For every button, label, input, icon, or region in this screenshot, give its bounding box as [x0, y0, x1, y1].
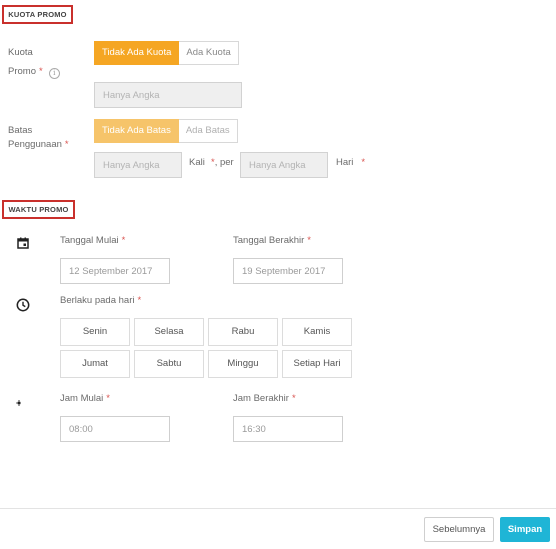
jam-berakhir-text: Jam Berakhir — [233, 393, 289, 404]
day-jumat[interactable]: Jumat — [60, 350, 130, 378]
tanggal-berakhir-text: Tanggal Berakhir — [233, 235, 305, 246]
hari-text: Hari * — [336, 157, 365, 168]
tanggal-mulai-input[interactable] — [60, 258, 170, 284]
berlaku-hari-label: Berlaku pada hari * — [60, 294, 141, 307]
required-mark: * — [307, 235, 311, 246]
save-button[interactable]: Simpan — [500, 517, 550, 542]
kuota-amount-input[interactable] — [94, 82, 242, 108]
previous-button[interactable]: Sebelumnya — [424, 517, 494, 542]
day-rabu[interactable]: Rabu — [208, 318, 278, 346]
hari-label: Hari — [336, 157, 354, 168]
batas-label-line2: Penggunaan — [8, 139, 62, 150]
batas-label-line1: Batas — [8, 125, 33, 136]
info-icon[interactable]: i — [48, 68, 60, 79]
tanggal-berakhir-input[interactable] — [233, 258, 343, 284]
batas-penggunaan-label: Batas Penggunaan * — [8, 124, 69, 151]
kuota-promo-label: Kuota Promo * i — [8, 46, 60, 79]
section-title-kuota-promo: KUOTA PROMO — [2, 5, 73, 24]
jam-berakhir-label: Jam Berakhir * — [233, 392, 296, 405]
batas-days-input[interactable] — [240, 152, 328, 178]
required-mark: * — [38, 66, 43, 77]
kuota-toggle: Tidak Ada Kuota Ada Kuota — [94, 41, 239, 65]
section-title-waktu-promo: WAKTU PROMO — [2, 200, 75, 219]
required-mark: * — [121, 235, 126, 246]
jam-mulai-input[interactable] — [60, 416, 170, 442]
required-mark: * — [361, 157, 366, 168]
required-mark: * — [64, 139, 69, 150]
tidak-ada-kuota-option[interactable]: Tidak Ada Kuota — [94, 41, 180, 65]
tidak-ada-batas-option[interactable]: Tidak Ada Batas — [94, 119, 179, 143]
tanggal-berakhir-label: Tanggal Berakhir * — [233, 234, 311, 247]
jam-mulai-label: Jam Mulai * — [60, 392, 110, 405]
day-selasa[interactable]: Selasa — [134, 318, 204, 346]
required-mark: * — [106, 393, 110, 404]
tanggal-mulai-label: Tanggal Mulai * — [60, 234, 125, 247]
day-setiap-hari[interactable]: Setiap Hari — [282, 350, 352, 378]
day-senin[interactable]: Senin — [60, 318, 130, 346]
required-mark: * — [291, 393, 296, 404]
calendar-icon — [17, 237, 29, 249]
batas-toggle: Tidak Ada Batas Ada Batas — [94, 119, 238, 143]
jam-mulai-text: Jam Mulai — [60, 393, 104, 404]
required-mark: * — [137, 295, 142, 306]
clock-icon — [16, 298, 30, 312]
required-mark: * — [211, 157, 215, 168]
berlaku-hari-text: Berlaku pada hari — [60, 295, 135, 306]
day-kamis[interactable]: Kamis — [282, 318, 352, 346]
day-minggu[interactable]: Minggu — [208, 350, 278, 378]
kuota-label-line2: Promo — [8, 66, 36, 77]
per-text: *, per — [211, 157, 234, 168]
jam-berakhir-input[interactable] — [233, 416, 343, 442]
ada-kuota-option[interactable]: Ada Kuota — [179, 41, 239, 65]
day-night-icon — [16, 398, 25, 408]
kuota-label-line1: Kuota — [8, 47, 33, 58]
tanggal-mulai-text: Tanggal Mulai — [60, 235, 119, 246]
ada-batas-option[interactable]: Ada Batas — [178, 119, 238, 143]
day-sabtu[interactable]: Sabtu — [134, 350, 204, 378]
kali-text: Kali — [189, 157, 205, 168]
batas-times-input[interactable] — [94, 152, 182, 178]
footer-divider — [0, 508, 556, 509]
